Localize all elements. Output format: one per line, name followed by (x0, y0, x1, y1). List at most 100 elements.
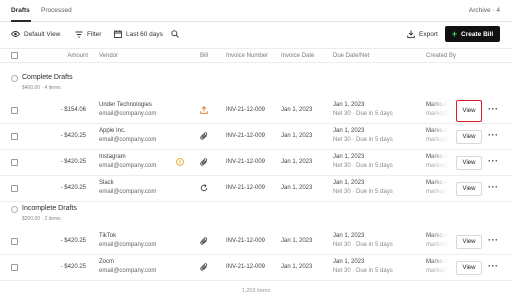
group-title-incomplete: Incomplete Drafts (22, 205, 77, 212)
net-terms: Net 30 · Due in 5 days (333, 242, 393, 248)
row-checkbox[interactable] (11, 133, 18, 140)
amount: - $420.25 (60, 238, 86, 244)
default-view-label: Default View (24, 30, 61, 38)
search-icon (171, 30, 179, 38)
vendor-email: email@company.com (99, 268, 157, 274)
more-options-icon[interactable]: ··· (488, 156, 499, 166)
vendor-name: Slack (99, 180, 114, 186)
row-checkbox[interactable] (11, 185, 18, 192)
col-due-date[interactable]: Due Date/Net (333, 53, 369, 59)
view-button[interactable]: View (456, 182, 482, 196)
row-checkbox[interactable] (11, 107, 18, 114)
invoice-number: INV-21-12-009 (226, 238, 266, 244)
select-all-checkbox[interactable] (11, 52, 18, 59)
text-fade (430, 99, 456, 123)
view-button[interactable]: View (456, 235, 482, 249)
invoice-number: INV-21-12-009 (226, 185, 266, 191)
table-row[interactable]: - $420.25 Instagram email@company.com IN… (0, 150, 512, 176)
more-options-icon[interactable]: ··· (488, 261, 499, 271)
active-tab-indicator (11, 20, 31, 22)
table-row[interactable]: - $420.25 Slack email@company.com INV-21… (0, 176, 512, 202)
more-options-icon[interactable]: ··· (488, 104, 499, 114)
vendor-email: email@company.com (99, 137, 157, 143)
vendor-name: TikTok (99, 233, 117, 239)
create-bill-button[interactable]: + Create Bill (445, 26, 500, 42)
amount: - $420.25 (60, 133, 86, 139)
view-icon (11, 31, 20, 37)
net-terms: Net 30 · Due in 5 days (333, 189, 393, 195)
table-row[interactable]: - $154.06 Under Technologies email@compa… (0, 98, 512, 124)
col-invoice-date[interactable]: Invoice Date (281, 53, 314, 59)
vendor-email: email@company.com (99, 111, 157, 117)
plus-icon: + (451, 29, 458, 39)
text-fade (430, 125, 456, 149)
col-vendor[interactable]: Vendor (99, 53, 118, 59)
invoice-date: Jan 1, 2023 (281, 107, 313, 113)
filter-icon (75, 31, 83, 37)
create-bill-label: Create Bill (461, 30, 494, 38)
paperclip-icon[interactable] (200, 132, 208, 142)
due-date: Jan 1, 2023 (333, 154, 365, 160)
refresh-icon[interactable] (200, 184, 208, 194)
invoice-date: Jan 1, 2023 (281, 133, 313, 139)
view-button[interactable]: View (456, 156, 482, 170)
group-toggle-complete[interactable] (11, 75, 18, 82)
row-checkbox[interactable] (11, 159, 18, 166)
due-date: Jan 1, 2023 (333, 102, 365, 108)
export-button[interactable]: Export (407, 29, 438, 39)
vendor-name: Zocm (99, 259, 114, 265)
vendor-email: email@company.com (99, 163, 157, 169)
date-range-button[interactable]: Last 60 days (114, 29, 163, 39)
group-summary-incomplete: $200.00 · 2 items (22, 216, 61, 222)
col-created-by[interactable]: Created By (426, 53, 456, 59)
table-row[interactable]: - $420.25 Apple Inc. email@company.com I… (0, 124, 512, 150)
row-checkbox[interactable] (11, 238, 18, 245)
table-row[interactable]: - $420.25 TikTok email@company.com INV-2… (0, 229, 512, 255)
upload-icon[interactable] (200, 106, 208, 116)
invoice-number: INV-21-12-009 (226, 133, 266, 139)
date-range-label: Last 60 days (126, 30, 163, 38)
invoice-date: Jan 1, 2023 (281, 185, 313, 191)
text-fade (430, 256, 456, 280)
text-fade (430, 230, 456, 254)
invoice-number: INV-21-12-009 (226, 264, 266, 270)
more-options-icon[interactable]: ··· (488, 235, 499, 245)
calendar-icon (114, 30, 122, 38)
amount: - $154.06 (60, 107, 86, 113)
filter-button[interactable]: Filter (75, 29, 101, 39)
filter-label: Filter (87, 30, 102, 38)
vendor-name: Under Technologies (99, 102, 152, 108)
paperclip-icon[interactable] (200, 263, 208, 273)
archive-link[interactable]: Archive · 4 (469, 7, 500, 14)
warning-icon (176, 158, 184, 168)
top-tab-bar: Drafts Processed Archive · 4 (0, 0, 512, 22)
vendor-name: Instagram (99, 154, 126, 160)
more-options-icon[interactable]: ··· (488, 130, 499, 140)
group-summary-complete: $400.00 · 4 items (22, 85, 61, 91)
text-fade (430, 177, 456, 201)
amount: - $420.25 (60, 264, 86, 270)
col-invoice-number[interactable]: Invoice Number (226, 53, 268, 59)
group-toggle-incomplete[interactable] (11, 206, 18, 213)
paperclip-icon[interactable] (200, 158, 208, 168)
download-icon (407, 30, 415, 38)
search-button[interactable] (171, 29, 179, 39)
col-amount[interactable]: Amount (67, 53, 88, 59)
more-options-icon[interactable]: ··· (488, 182, 499, 192)
view-button[interactable]: View (456, 100, 482, 122)
net-terms: Net 30 · Due in 5 days (333, 268, 393, 274)
due-date: Jan 1, 2023 (333, 233, 365, 239)
tab-drafts[interactable]: Drafts (11, 7, 30, 14)
tab-processed[interactable]: Processed (41, 7, 72, 14)
view-button[interactable]: View (456, 261, 482, 275)
view-button[interactable]: View (456, 130, 482, 144)
default-view-button[interactable]: Default View (11, 29, 60, 39)
item-count: 1,203 items (241, 288, 271, 294)
row-checkbox[interactable] (11, 264, 18, 271)
paperclip-icon[interactable] (200, 237, 208, 247)
col-bill[interactable]: Bill (200, 53, 208, 59)
export-label: Export (419, 30, 438, 38)
invoice-number: INV-21-12-009 (226, 107, 266, 113)
table-row[interactable]: - $420.25 Zocm email@company.com INV-21-… (0, 255, 512, 281)
invoice-number: INV-21-12-009 (226, 159, 266, 165)
